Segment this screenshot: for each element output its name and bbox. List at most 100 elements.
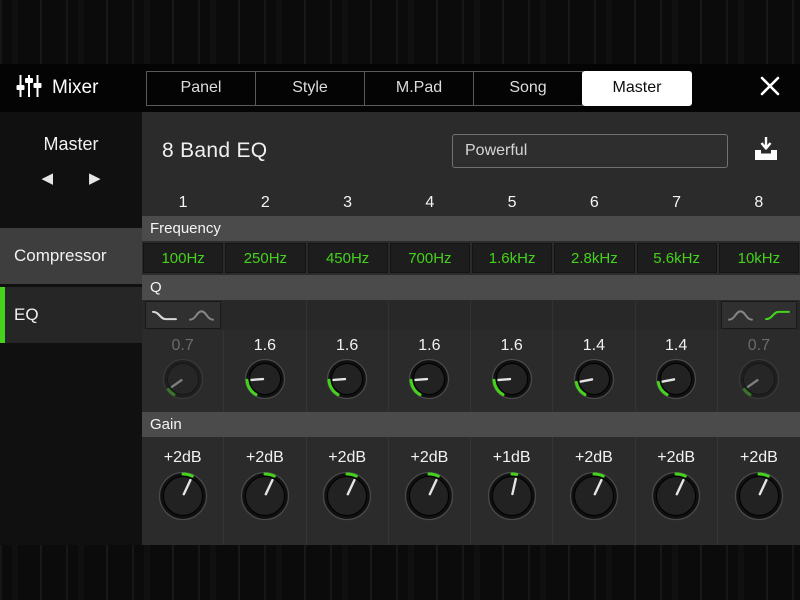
q-knob[interactable] bbox=[408, 358, 450, 400]
gain-value: +2dB bbox=[163, 449, 202, 466]
gain-band-cell: +2dB bbox=[389, 437, 471, 545]
gain-band-cell: +2dB bbox=[553, 437, 636, 545]
q-knob-row: 0.7 1.6 1.6 1.6 1.6 1.4 1.4 0.7 bbox=[142, 330, 800, 412]
gain-knob-row: +2dB +2dB +2dB +2dB +1dB +2dB +2dB +2dB bbox=[142, 437, 800, 545]
brand: Mixer bbox=[0, 73, 146, 104]
preset-selector-button[interactable]: Powerful bbox=[452, 134, 728, 168]
tab-mpad[interactable]: M.Pad bbox=[364, 70, 474, 106]
low-shelf-icon[interactable] bbox=[151, 308, 178, 323]
q-band-cell: 1.4 bbox=[636, 330, 718, 412]
filter-type-selector[interactable] bbox=[145, 301, 222, 329]
gain-knob[interactable] bbox=[158, 471, 208, 521]
q-knob[interactable] bbox=[162, 358, 204, 400]
frequency-value-button[interactable]: 100Hz bbox=[143, 243, 224, 273]
tab-panel[interactable]: Panel bbox=[146, 70, 256, 106]
q-filter-empty-cell bbox=[224, 300, 307, 330]
mixer-icon bbox=[16, 73, 42, 104]
q-knob[interactable] bbox=[573, 358, 615, 400]
gain-value: +2dB bbox=[657, 449, 696, 466]
peak-icon[interactable] bbox=[727, 308, 754, 323]
gain-band-cell: +2dB bbox=[224, 437, 307, 545]
frequency-value-button[interactable]: 700Hz bbox=[389, 243, 470, 273]
frequency-value-button[interactable]: 2.8kHz bbox=[554, 243, 635, 273]
tab-bar: Panel Style M.Pad Song Master bbox=[146, 70, 692, 106]
eq-panel-header: 8 Band EQ Powerful bbox=[142, 112, 800, 190]
sidebar-item-compressor[interactable]: Compressor bbox=[0, 228, 142, 284]
sidebar-item-eq[interactable]: EQ bbox=[0, 287, 142, 343]
frequency-row: 100Hz 250Hz 450Hz 700Hz 1.6kHz 2.8kHz 5.6kHz 10… bbox=[142, 241, 800, 275]
gain-value: +2dB bbox=[328, 449, 367, 466]
frequency-value-button[interactable]: 10kHz bbox=[718, 243, 799, 273]
master-selector: Master ◀ ▶ bbox=[0, 112, 142, 228]
gain-knob[interactable] bbox=[404, 471, 454, 521]
q-band-cell: 1.6 bbox=[389, 330, 471, 412]
save-button[interactable] bbox=[752, 136, 780, 167]
q-filter-empty-cell bbox=[553, 300, 636, 330]
save-icon bbox=[752, 136, 780, 167]
content-area: Master ◀ ▶ Compressor EQ 8 Band EQ Powerf… bbox=[0, 112, 800, 545]
band-number: 6 bbox=[589, 194, 599, 211]
gain-band-cell: +2dB bbox=[636, 437, 718, 545]
q-band-cell: 1.6 bbox=[307, 330, 389, 412]
q-value: 1.6 bbox=[336, 337, 359, 354]
gain-value: +2dB bbox=[410, 449, 449, 466]
tab-style[interactable]: Style bbox=[255, 70, 365, 106]
sidebar: Master ◀ ▶ Compressor EQ bbox=[0, 112, 142, 545]
q-filter-empty-cell bbox=[307, 300, 389, 330]
q-value: 1.4 bbox=[582, 337, 605, 354]
gain-value: +2dB bbox=[245, 449, 284, 466]
filter-type-selector[interactable] bbox=[720, 301, 797, 329]
gain-knob[interactable] bbox=[322, 471, 372, 521]
close-button[interactable] bbox=[758, 74, 782, 103]
master-arrows: ◀ ▶ bbox=[0, 171, 142, 186]
q-knob[interactable] bbox=[655, 358, 697, 400]
frequency-value-button[interactable]: 5.6kHz bbox=[636, 243, 717, 273]
eq-panel: 8 Band EQ Powerful 1 2 3 4 5 6 7 8 Frequency 10… bbox=[142, 112, 800, 545]
peak-icon[interactable] bbox=[188, 308, 215, 323]
bottom-bezel bbox=[0, 545, 800, 600]
gain-knob[interactable] bbox=[569, 471, 619, 521]
q-filter-type-row bbox=[142, 300, 800, 330]
next-arrow-button[interactable]: ▶ bbox=[89, 171, 101, 186]
q-knob[interactable] bbox=[738, 358, 780, 400]
frequency-section-header: Frequency bbox=[142, 216, 800, 241]
gain-knob[interactable] bbox=[734, 471, 784, 521]
q-knob[interactable] bbox=[244, 358, 286, 400]
q-band-cell: 0.7 bbox=[142, 330, 225, 412]
q-value: 1.6 bbox=[253, 337, 276, 354]
band-number: 4 bbox=[425, 194, 435, 211]
gain-knob[interactable] bbox=[487, 471, 537, 521]
top-bezel bbox=[0, 0, 800, 64]
master-selector-label: Master bbox=[43, 134, 99, 154]
band-number: 7 bbox=[672, 194, 682, 211]
gain-band-cell: +2dB bbox=[718, 437, 800, 545]
q-value: 0.7 bbox=[171, 337, 194, 354]
frequency-value-button[interactable]: 250Hz bbox=[225, 243, 306, 273]
gain-knob[interactable] bbox=[240, 471, 290, 521]
gain-band-cell: +1dB bbox=[471, 437, 554, 545]
q-knob[interactable] bbox=[326, 358, 368, 400]
band-number: 3 bbox=[343, 194, 353, 211]
gain-value: +2dB bbox=[739, 449, 778, 466]
sidebar-items: Compressor EQ bbox=[0, 228, 142, 346]
band-number: 2 bbox=[260, 194, 270, 211]
high-shelf-icon[interactable] bbox=[764, 308, 791, 323]
gain-knob[interactable] bbox=[651, 471, 701, 521]
q-value: 1.4 bbox=[665, 337, 688, 354]
q-filter-empty-cell bbox=[636, 300, 718, 330]
band-number: 1 bbox=[178, 194, 188, 211]
frequency-value-button[interactable]: 1.6kHz bbox=[472, 243, 553, 273]
header-bar: Mixer Panel Style M.Pad Song Master bbox=[0, 64, 800, 112]
eq-page-title: 8 Band EQ bbox=[162, 139, 268, 162]
tab-song[interactable]: Song bbox=[473, 70, 583, 106]
tab-master[interactable]: Master bbox=[582, 70, 692, 106]
previous-arrow-button[interactable]: ◀ bbox=[41, 171, 53, 186]
q-knob[interactable] bbox=[491, 358, 533, 400]
q-section-header: Q bbox=[142, 275, 800, 300]
frequency-value-button[interactable]: 450Hz bbox=[307, 243, 388, 273]
q-band-cell: 1.6 bbox=[224, 330, 307, 412]
gain-value: +1dB bbox=[492, 449, 531, 466]
q-band-cell: 0.7 bbox=[718, 330, 800, 412]
band-number: 8 bbox=[754, 194, 764, 211]
band-number-row: 1 2 3 4 5 6 7 8 bbox=[142, 190, 800, 216]
